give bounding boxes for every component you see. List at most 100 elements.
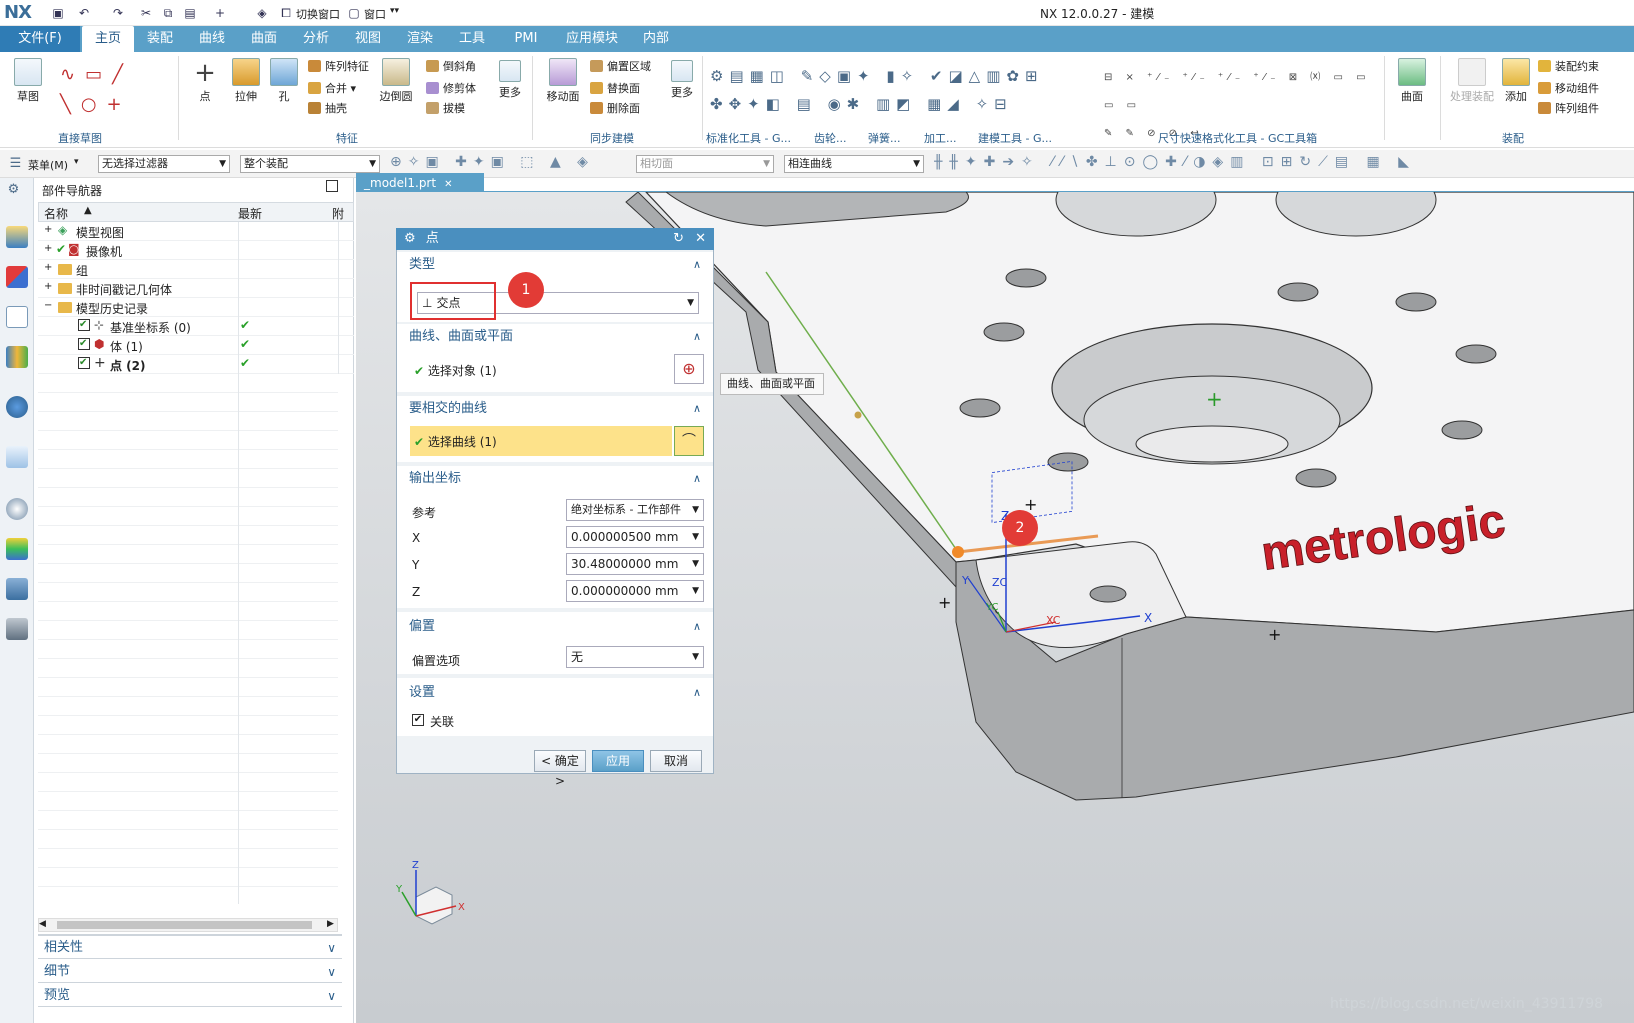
dimension-format-icons[interactable]: ⊟ × ⁺⁄₋ ⁺⁄₋ ⁺⁄₋ ⁺⁄₋ ⊠ ⒳ ▭ ▭ ▭ ▭ ✎ ✎ ⊘ ⊘ ↩ [1104, 64, 1374, 139]
apply-button[interactable]: 应用 [592, 750, 644, 772]
checkbox-icon[interactable]: ✔ [78, 319, 90, 331]
tab-home[interactable]: 主页 [82, 26, 134, 52]
hole-button[interactable]: 孔 [268, 58, 300, 104]
tree-row[interactable]: + ✔ ◙ 摄像机 [38, 241, 354, 260]
more-features-button[interactable]: 更多 [494, 60, 526, 100]
select-curve-button[interactable]: ⌒ [674, 426, 704, 456]
surface-button[interactable]: 曲面 [1390, 58, 1434, 104]
undo-icon[interactable]: ↶ [76, 5, 92, 21]
selection-tools-icons[interactable]: ⊕✧▣ ✚✦▣ ⬚ ▲ ◈ [390, 154, 630, 174]
reset-icon[interactable]: ↻ [673, 228, 684, 250]
save-icon[interactable]: ▣ [50, 5, 66, 21]
tab-applications[interactable]: 应用模块 [556, 26, 628, 52]
tab-pmi[interactable]: PMI [506, 26, 546, 52]
tab-file[interactable]: 文件(F) [0, 26, 80, 52]
curve-rule-select[interactable]: 相连曲线 ▼ [784, 155, 924, 173]
crosshair-icon[interactable]: + [212, 5, 228, 21]
switch-window-icon[interactable]: ⧠ [278, 5, 294, 21]
point-button[interactable]: + 点 [190, 58, 220, 104]
column-name[interactable]: 名称 [44, 205, 68, 222]
process-assembly-button[interactable]: 处理装配 [1444, 58, 1500, 104]
chevron-up-icon[interactable]: ∧ [693, 616, 701, 638]
tab-analysis[interactable]: 分析 [296, 26, 336, 52]
panel-preview[interactable]: 预览 ∨ [38, 985, 342, 1007]
menu-icon[interactable]: ☰ [8, 156, 23, 171]
more-sync-button[interactable]: 更多 [666, 60, 698, 100]
expand-icon[interactable]: + [44, 281, 52, 292]
tab-view[interactable]: 视图 [348, 26, 388, 52]
type-section-header[interactable]: 类型 ∧ [397, 254, 713, 276]
tree-row[interactable]: + 非时间戳记几何体 [38, 279, 354, 298]
trim-body-button[interactable]: 修剪体 [426, 80, 476, 96]
tab-surface[interactable]: 曲面 [244, 26, 284, 52]
associative-checkbox[interactable]: ✔ [412, 714, 424, 726]
tab-curve[interactable]: 曲线 [192, 26, 232, 52]
offset-section-header[interactable]: 偏置 ∧ [397, 616, 713, 638]
unite-button[interactable]: 合并 ▾ [308, 80, 356, 96]
pattern-feature-button[interactable]: 阵列特征 [308, 58, 369, 74]
chevron-up-icon[interactable]: ∧ [693, 254, 701, 276]
assembly-navigator-icon[interactable] [6, 226, 28, 248]
window-icon[interactable]: ▢ [346, 5, 362, 21]
replace-face-button[interactable]: 替换面 [590, 80, 640, 96]
settings-section-header[interactable]: 设置 ∧ [397, 682, 713, 704]
collapse-icon[interactable]: − [44, 300, 52, 311]
tab-render[interactable]: 渲染 [400, 26, 440, 52]
info-icon[interactable] [6, 396, 28, 418]
type-filter-select[interactable]: 无选择过滤器 ▼ [98, 155, 230, 173]
maximize-icon[interactable] [326, 180, 338, 192]
shell-button[interactable]: 抽壳 [308, 100, 347, 116]
panel-dependencies[interactable]: 相关性 ∨ [38, 937, 342, 959]
draft-button[interactable]: 拔模 [426, 100, 465, 116]
snap-point-icons[interactable]: ╫╫✦✚➔✧ ⁄⁄∖✤⊥⊙◯✚⁄◑◈▥ ⊡⊞↻⟋▤ ▦ ◣ [934, 154, 1624, 174]
move-component-button[interactable]: 移动组件 [1538, 80, 1599, 96]
tab-tools[interactable]: 工具 [452, 26, 492, 52]
ok-button[interactable]: < 确定 > [534, 750, 586, 788]
expand-icon[interactable]: + [44, 262, 52, 273]
column-extra[interactable]: 附 [332, 205, 344, 222]
reference-select[interactable]: 绝对坐标系 - 工作部件 ▼ [566, 499, 704, 521]
redo-icon[interactable]: ↷ [110, 5, 126, 21]
move-face-button[interactable]: 移动面 [540, 58, 586, 104]
curves-section-header[interactable]: 曲线、曲面或平面 ∧ [397, 326, 713, 348]
chevron-up-icon[interactable]: ∧ [693, 398, 701, 420]
selection-scope-select[interactable]: 整个装配 ▼ [240, 155, 380, 173]
tab-internal[interactable]: 内部 [636, 26, 676, 52]
sketch-curve-tools[interactable]: ∿▭╱ ╲○+ [60, 60, 164, 120]
cancel-button[interactable]: 取消 [650, 750, 702, 772]
gear-icon[interactable]: ⚙ [6, 182, 21, 197]
expand-icon[interactable]: + [44, 243, 52, 254]
copy-icon[interactable]: ⧉ [160, 5, 176, 21]
system-materials-icon[interactable] [6, 538, 28, 560]
menu-button[interactable]: 菜单(M) [28, 157, 68, 173]
x-input[interactable]: 0.000000500 mm ▼ [566, 526, 704, 548]
scrollbar-thumb[interactable] [57, 921, 312, 929]
tab-assembly[interactable]: 装配 [140, 26, 180, 52]
tree-row[interactable]: ✔ + 点 (2) ✔ [38, 355, 354, 374]
dialog-title-bar[interactable]: ⚙ 点 ↻ ✕ [396, 228, 714, 250]
part-navigator-icon[interactable] [6, 306, 28, 328]
tree-row[interactable]: − 模型历史记录 [38, 298, 354, 317]
tree-row[interactable]: ✔ ⬢ 体 (1) ✔ [38, 336, 354, 355]
cut-icon[interactable]: ✂ [138, 5, 154, 21]
tree-row[interactable]: ✔ ⊹ 基准坐标系 (0) ✔ [38, 317, 354, 336]
offset-region-button[interactable]: 偏置区域 [590, 58, 651, 74]
intersect-section-header[interactable]: 要相交的曲线 ∧ [397, 398, 713, 420]
checkbox-icon[interactable]: ✔ [78, 357, 90, 369]
edge-blend-button[interactable]: 边倒圆 [374, 58, 418, 104]
expand-icon[interactable]: + [44, 224, 52, 235]
select-object-row[interactable]: ✔ 选择对象 (1) [414, 362, 497, 379]
tree-row[interactable]: + ◈ 模型视图 [38, 222, 354, 241]
menu-dropdown-icon[interactable]: ▾ [74, 157, 79, 167]
scroll-left-icon[interactable]: ◀ [39, 919, 46, 929]
add-component-button[interactable]: 添加 [1500, 58, 1532, 104]
chamfer-button[interactable]: 倒斜角 [426, 58, 476, 74]
chevron-up-icon[interactable]: ∧ [693, 682, 701, 704]
tab-model-file[interactable]: _model1.prt ✕ [356, 173, 484, 193]
face-rule-select[interactable]: 相切面 ▼ [636, 155, 774, 173]
constraint-navigator-icon[interactable] [6, 266, 28, 288]
offset-option-select[interactable]: 无 ▼ [566, 646, 704, 668]
sort-ascending-icon[interactable]: ▲ [84, 205, 92, 216]
assembly-constraint-button[interactable]: 装配约束 [1538, 58, 1599, 74]
process-studio-icon[interactable] [6, 578, 28, 600]
